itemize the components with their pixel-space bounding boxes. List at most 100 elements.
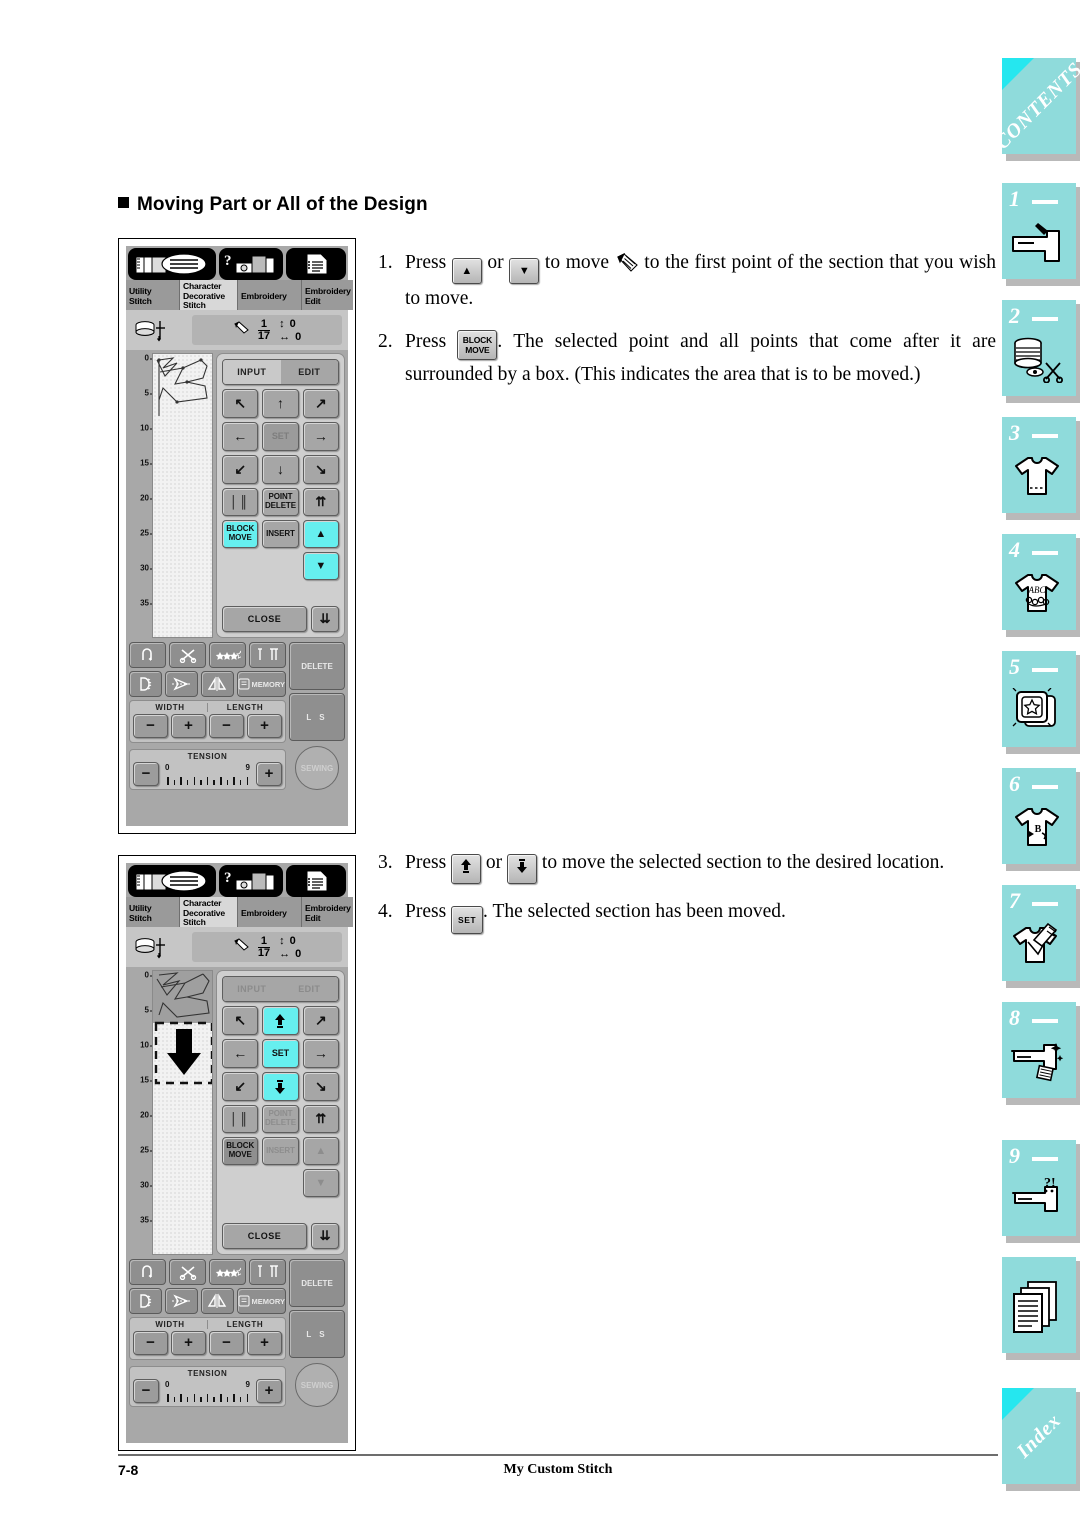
point-delete-button[interactable]: POINT DELETE <box>262 1105 299 1133</box>
move-down-left-button[interactable]: ↙ <box>222 1072 259 1101</box>
move-right-button[interactable]: → <box>302 422 339 451</box>
block-move-button[interactable]: BLOCK MOVE <box>222 520 259 548</box>
sidebar-tab-5[interactable]: 5 <box>1002 651 1080 754</box>
jump-to-last-button[interactable]: ⇊ <box>311 1223 339 1249</box>
stitch-select-icon[interactable] <box>209 642 246 668</box>
sidebar-tab-index[interactable]: Index <box>1002 1388 1080 1491</box>
step-down-button[interactable]: ▼ <box>302 1169 339 1197</box>
delete-button[interactable]: DELETE <box>289 1259 345 1307</box>
sidebar-tab-2[interactable]: 2 <box>1002 300 1080 403</box>
inline-move-up-key[interactable] <box>451 854 482 884</box>
step-up-button[interactable]: ▲ <box>302 520 339 548</box>
length-plus-button[interactable]: + <box>247 1331 282 1355</box>
needle-position-icon[interactable] <box>249 1259 286 1285</box>
insert-button[interactable]: INSERT <box>262 520 299 548</box>
move-up-button[interactable]: ↑ <box>262 389 299 418</box>
reverse-stitch-icon[interactable] <box>129 642 166 668</box>
input-edit-toggle-1[interactable]: INPUT EDIT <box>222 359 339 385</box>
move-up-left-button[interactable]: ↖ <box>222 1006 259 1035</box>
ls-button[interactable]: L S <box>289 693 345 741</box>
set-button[interactable]: SET <box>262 1039 299 1068</box>
sidebar-tab-9[interactable]: 9 ?! <box>1002 1140 1080 1243</box>
sidebar-tab-8[interactable]: 8 <box>1002 1002 1080 1105</box>
tension-minus-button[interactable]: − <box>133 1379 159 1403</box>
sewing-button[interactable]: SEWING <box>295 746 339 790</box>
input-mode-button[interactable]: INPUT <box>223 360 281 384</box>
stitch-book-icon[interactable] <box>128 865 216 897</box>
width-plus-button[interactable]: + <box>171 1331 206 1355</box>
inline-up-arrow-key[interactable]: ▲ <box>451 258 482 284</box>
sidebar-tab-3[interactable]: 3 <box>1002 417 1080 520</box>
needle-mode-icon[interactable] <box>129 1288 162 1314</box>
input-edit-toggle-2[interactable]: INPUT EDIT <box>222 976 339 1002</box>
sidebar-tab-7[interactable]: 7 <box>1002 885 1080 988</box>
tab-embroidery-edit[interactable]: Embroidery Edit <box>302 280 353 310</box>
thread-cutter-icon[interactable] <box>169 1259 206 1285</box>
move-up-right-button[interactable]: ↗ <box>302 1006 339 1035</box>
settings-list-icon[interactable] <box>286 248 346 280</box>
inline-move-down-key[interactable] <box>507 854 538 884</box>
width-minus-button[interactable]: − <box>133 714 168 738</box>
thread-cutter-icon[interactable] <box>169 642 206 668</box>
move-down-left-button[interactable]: ↙ <box>222 455 259 484</box>
point-delete-button[interactable]: POINT DELETE <box>262 488 299 516</box>
sidebar-tab-appendix[interactable] <box>1002 1257 1080 1360</box>
jump-to-last-button[interactable]: ⇊ <box>311 606 339 632</box>
tab-embroidery-edit[interactable]: Embroidery Edit <box>302 897 353 927</box>
jump-to-first-button[interactable]: ⇈ <box>302 1105 339 1133</box>
reverse-stitch-icon[interactable] <box>129 1259 166 1285</box>
move-down-right-button[interactable]: ↘ <box>302 1072 339 1101</box>
close-button[interactable]: CLOSE <box>222 1223 307 1249</box>
length-minus-button[interactable]: − <box>209 1331 244 1355</box>
help-machine-icon[interactable]: ? <box>219 248 283 280</box>
edit-mode-button[interactable]: EDIT <box>280 977 338 1001</box>
sidebar-tab-4[interactable]: 4 ABC <box>1002 534 1080 637</box>
inline-set-key[interactable]: SET <box>451 906 484 934</box>
move-left-button[interactable]: ← <box>222 422 259 451</box>
single-double-line-button[interactable]: │║ <box>222 488 259 516</box>
move-down-button[interactable] <box>262 1072 299 1101</box>
set-button[interactable]: SET <box>262 422 299 451</box>
input-mode-button[interactable]: INPUT <box>223 977 281 1001</box>
tension-plus-button[interactable]: + <box>256 1379 282 1403</box>
sidebar-tab-6[interactable]: 6 B <box>1002 768 1080 871</box>
sidebar-tab-contents[interactable]: CONTENTS <box>991 58 1080 161</box>
ls-button[interactable]: L S <box>289 1310 345 1358</box>
memory-icon[interactable]: MEMORY <box>236 1288 287 1314</box>
move-down-right-button[interactable]: ↘ <box>302 455 339 484</box>
tab-embroidery[interactable]: Embroidery <box>238 897 302 927</box>
tab-utility-stitch[interactable]: Utility Stitch <box>126 897 180 927</box>
close-button[interactable]: CLOSE <box>222 606 307 632</box>
move-right-button[interactable]: → <box>302 1039 339 1068</box>
mirror-image-icon[interactable] <box>200 671 234 697</box>
delete-button[interactable]: DELETE <box>289 642 345 690</box>
move-left-button[interactable]: ← <box>222 1039 259 1068</box>
stitch-design-canvas-2[interactable] <box>152 970 213 1255</box>
tension-minus-button[interactable]: − <box>133 762 159 786</box>
memory-icon[interactable]: MEMORY <box>236 671 287 697</box>
mirror-image-icon[interactable] <box>200 1288 234 1314</box>
move-up-button[interactable] <box>262 1006 299 1035</box>
auto-threading-icon[interactable] <box>164 1288 198 1314</box>
needle-mode-icon[interactable] <box>129 671 162 697</box>
move-up-left-button[interactable]: ↖ <box>222 389 259 418</box>
move-down-button[interactable]: ↓ <box>262 455 299 484</box>
inline-down-arrow-key[interactable]: ▼ <box>509 258 540 284</box>
single-double-line-button[interactable]: │║ <box>222 1105 259 1133</box>
length-minus-button[interactable]: − <box>209 714 244 738</box>
move-up-right-button[interactable]: ↗ <box>302 389 339 418</box>
sewing-button[interactable]: SEWING <box>295 1363 339 1407</box>
width-plus-button[interactable]: + <box>171 714 206 738</box>
insert-button[interactable]: INSERT <box>262 1137 299 1165</box>
tension-plus-button[interactable]: + <box>256 762 282 786</box>
help-machine-icon[interactable]: ? <box>219 865 283 897</box>
step-down-button[interactable]: ▼ <box>302 552 339 580</box>
settings-list-icon[interactable] <box>286 865 346 897</box>
length-plus-button[interactable]: + <box>247 714 282 738</box>
tab-embroidery[interactable]: Embroidery <box>238 280 302 310</box>
step-up-button[interactable]: ▲ <box>302 1137 339 1165</box>
auto-threading-icon[interactable] <box>164 671 198 697</box>
stitch-design-canvas-1[interactable] <box>152 353 213 638</box>
needle-position-icon[interactable] <box>249 642 286 668</box>
block-move-button[interactable]: BLOCK MOVE <box>222 1137 259 1165</box>
